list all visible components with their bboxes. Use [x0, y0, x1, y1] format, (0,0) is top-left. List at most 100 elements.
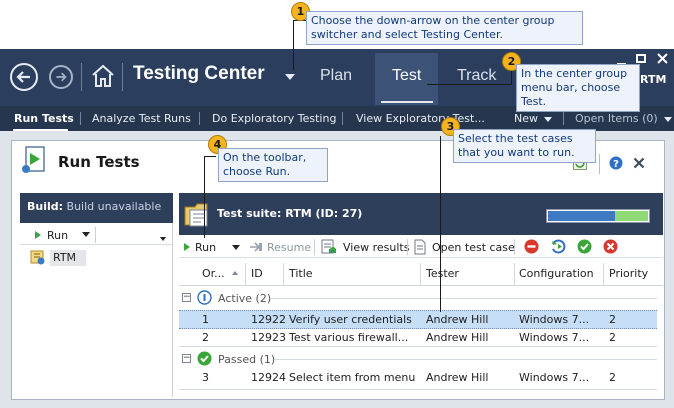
build-value: Build unavailable [66, 200, 162, 213]
sort-ascending-icon[interactable] [232, 271, 238, 275]
svg-text:?: ? [613, 159, 619, 170]
column-divider [245, 263, 246, 285]
chevron-down-icon[interactable] [285, 74, 295, 80]
open-items-menu[interactable]: Open Items (0) [575, 112, 672, 125]
run-button[interactable]: Run [195, 241, 216, 254]
tab-test[interactable]: Test [392, 67, 421, 85]
column-priority[interactable]: Priority [609, 267, 648, 280]
group-divider-line [274, 359, 657, 360]
column-tester[interactable]: Tester [426, 267, 459, 280]
run-icon [35, 231, 41, 239]
menu-run-tests[interactable]: Run Tests [14, 112, 74, 125]
group-divider-line [270, 298, 657, 299]
cell-priority: 2 [609, 331, 616, 344]
run-tests-icon [22, 146, 45, 173]
menu-view-exploratory[interactable]: View Exploratory Test... [356, 112, 485, 125]
cell-priority: 2 [609, 371, 616, 384]
callout-1: Choose the down-arrow on the center grou… [306, 11, 583, 45]
project-label: RTM [640, 73, 667, 86]
group-passed-label: Passed (1) [218, 353, 276, 366]
column-divider [514, 263, 515, 285]
left-toolbar [20, 225, 173, 245]
menu-divider [342, 112, 343, 125]
table-row[interactable]: 1 12922 Verify user credentials Andrew H… [179, 310, 657, 329]
column-id[interactable]: ID [251, 267, 263, 280]
tab-track[interactable]: Track [457, 67, 496, 85]
resume-icon [250, 242, 262, 252]
active-icon [197, 290, 212, 305]
column-divider [603, 263, 604, 285]
menu-analyze-test-runs[interactable]: Analyze Test Runs [92, 112, 191, 125]
group-active-label: Active (2) [218, 292, 272, 305]
suite-title: Test suite: RTM (ID: 27) [217, 207, 363, 220]
block-icon[interactable] [524, 239, 539, 254]
resume-button[interactable]: Resume [267, 241, 311, 254]
new-menu[interactable]: New [514, 112, 552, 125]
chevron-down-icon[interactable] [160, 237, 166, 241]
column-order[interactable]: Or... [202, 267, 225, 280]
test-suite-icon [184, 203, 208, 227]
cell-configuration: Windows 7... [519, 371, 590, 384]
cell-order: 3 [202, 371, 209, 384]
progress-passed-fill [615, 211, 648, 221]
screenshot: Testing Center Plan Test Track RTM Run T… [0, 0, 674, 408]
row-divider-line [179, 346, 657, 347]
toolbar-divider [514, 239, 515, 255]
view-results-button[interactable]: View results [343, 241, 409, 254]
open-test-case-button[interactable]: Open test case [432, 241, 515, 254]
cell-order: 1 [202, 313, 209, 326]
cell-configuration: Windows 7... [519, 331, 590, 344]
callout-4-leader [204, 156, 216, 157]
app-title: Testing Center [133, 63, 265, 84]
close-icon[interactable] [633, 157, 645, 169]
collapse-toggle-icon[interactable]: − [182, 354, 191, 363]
left-run-button[interactable]: Run [47, 229, 68, 242]
row-divider-line [179, 389, 657, 390]
menu-divider [563, 112, 564, 125]
home-icon[interactable] [91, 63, 115, 89]
cell-id: 12922 [251, 313, 286, 326]
chevron-down-icon [663, 116, 672, 122]
left-pane [20, 193, 173, 397]
tree-item-rtm[interactable]: RTM [50, 250, 86, 266]
cell-id: 12924 [251, 371, 286, 384]
callout-4: On the toolbar, choose Run. [218, 148, 328, 182]
column-configuration[interactable]: Configuration [519, 267, 594, 280]
toolbar-divider [314, 239, 315, 255]
open-test-case-icon [414, 239, 426, 255]
tab-active-underline [381, 101, 433, 103]
tab-plan[interactable]: Plan [320, 67, 352, 85]
panel-title: Run Tests [58, 153, 140, 171]
collapse-toggle-icon[interactable]: − [182, 293, 191, 302]
nav-divider [81, 63, 82, 91]
menu-exploratory-testing[interactable]: Do Exploratory Testing [212, 112, 336, 125]
close-window-icon[interactable] [656, 53, 668, 65]
forward-arrow-icon[interactable] [49, 65, 73, 89]
cell-priority: 2 [609, 313, 616, 326]
menu-divider [80, 112, 81, 125]
callout-2: In the center group menu bar, choose Tes… [516, 64, 640, 112]
chevron-down-icon [544, 116, 552, 122]
cell-title: Verify user credentials [289, 313, 412, 326]
build-info: Build: Build unavailable [27, 200, 161, 213]
help-icon[interactable]: ? [609, 156, 623, 170]
back-arrow-icon[interactable] [10, 63, 38, 91]
menu-divider [199, 112, 200, 125]
fail-icon[interactable] [603, 239, 618, 254]
view-results-icon [321, 239, 336, 254]
panel-icon-divider [599, 154, 600, 174]
nav-divider [122, 63, 123, 91]
chevron-down-icon[interactable] [82, 232, 90, 237]
table-row[interactable]: 3 12924 Select item from menu Andrew Hil… [179, 369, 657, 388]
column-divider [283, 263, 284, 285]
chevron-down-icon[interactable] [232, 245, 240, 250]
cell-tester: Andrew Hill [426, 331, 489, 344]
progress-active-fill [548, 211, 615, 221]
pass-icon[interactable] [577, 239, 592, 254]
column-title[interactable]: Title [289, 267, 313, 280]
callout-3: Select the test cases that you want to r… [453, 129, 596, 163]
suite-progress-bar [546, 209, 650, 223]
cell-order: 2 [202, 331, 209, 344]
reset-icon[interactable] [551, 239, 566, 254]
toolbar-divider [407, 239, 408, 255]
